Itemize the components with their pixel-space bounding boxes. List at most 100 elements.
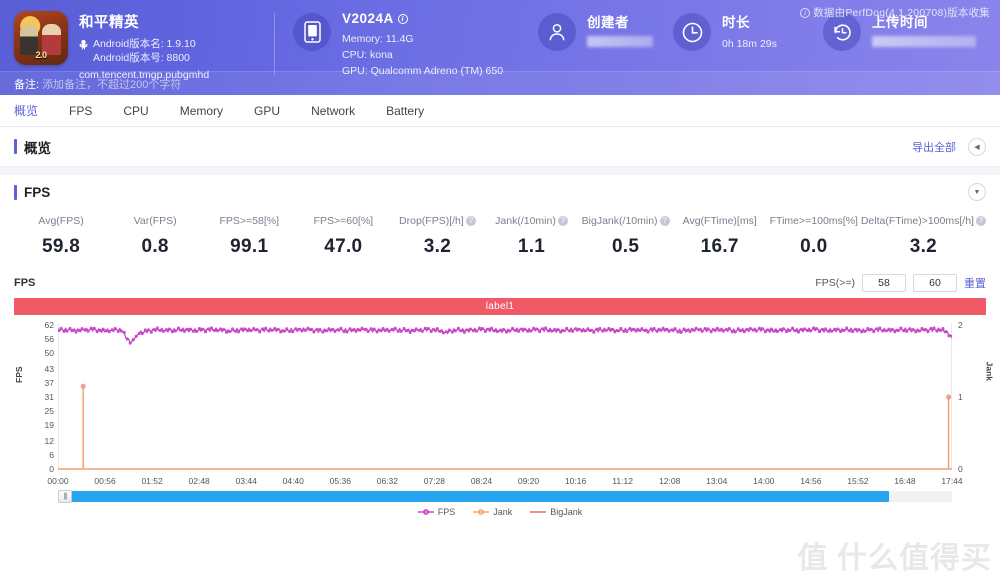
device-info-icon[interactable]: i	[397, 13, 408, 24]
x-tick-label: 10:16	[564, 476, 587, 486]
metric-drop-fps: Drop(FPS)[/h] ? 3.2	[390, 215, 484, 258]
y-axis-title: FPS	[14, 366, 24, 383]
legend-label: FPS	[437, 507, 456, 517]
x-tick-label: 13:04	[706, 476, 728, 486]
export-all-button[interactable]: 导出全部	[912, 139, 956, 155]
legend-label: BigJank	[550, 507, 583, 517]
chevron-left-icon[interactable]: ◀	[968, 137, 986, 156]
app-icon-label: 2.0	[35, 50, 47, 60]
metric-label: FPS>=60[%]	[313, 215, 374, 227]
x-tick-label: 09:20	[517, 476, 540, 486]
metric-value: 3.2	[423, 236, 452, 257]
page-header: i 数据由PerfDog(4.1.200708)版本收集 2.0 和平精英 An…	[0, 0, 1000, 95]
metric-var-fps: Var(FPS) 0.8	[108, 215, 202, 258]
legend-label: Jank	[493, 507, 513, 517]
x-tick-label: 04:40	[282, 476, 304, 486]
metric-ftime-gte-100ms: FTime>=100ms[%] 0.0	[767, 215, 861, 258]
x-tick-label: 14:56	[800, 476, 822, 486]
app-name: 和平精英	[79, 15, 139, 31]
legend-marker-bigjank	[530, 511, 547, 513]
chart-toolbar: FPS FPS(>=) 重置	[14, 274, 986, 292]
android-icon	[79, 39, 88, 50]
fps-card: FPS ▼ Avg(FPS) 59.8 Var(FPS) 0.8 FPS>=58…	[0, 175, 1000, 575]
metric-label: FTime>=100ms[%]	[769, 215, 858, 227]
y-tick-label: 56	[44, 333, 54, 344]
y-tick-label: 25	[44, 405, 54, 416]
x-tick-label: 03:44	[235, 476, 257, 486]
metric-fps-gte-58: FPS>=58[%] 99.1	[202, 215, 296, 258]
fps-threshold-input-2[interactable]	[913, 274, 957, 292]
device-model: V2024A	[342, 11, 394, 26]
fps-filter-label: FPS(>=)	[815, 277, 855, 289]
note-input-placeholder[interactable]: 添加备注，不超过200个字符	[42, 76, 181, 92]
x-tick-label: 00:00	[47, 476, 69, 486]
tab-fps[interactable]: FPS	[69, 95, 108, 127]
tab-overview[interactable]: 概览	[14, 95, 54, 127]
overview-section-bar: 概览 导出全部 ◀	[0, 127, 1000, 167]
metric-value: 59.8	[41, 236, 81, 257]
legend-item-fps[interactable]: FPS	[417, 507, 456, 517]
upload-time-value-masked	[872, 36, 976, 47]
y2-tick-label: 0	[958, 464, 963, 474]
x-tick-label: 15:52	[847, 476, 869, 486]
legend-item-bigjank[interactable]: BigJank	[530, 507, 582, 517]
tab-battery[interactable]: Battery	[386, 95, 440, 127]
help-icon[interactable]: ?	[465, 216, 476, 226]
metric-jank: Jank(/10min) ? 1.1	[484, 215, 578, 258]
metric-label: BigJank(/10min)	[581, 215, 658, 227]
metric-label: Var(FPS)	[133, 215, 177, 227]
scene-label-band[interactable]: label1	[14, 298, 986, 315]
y-tick-label: 12	[44, 436, 54, 447]
device-info-block: V2024A i Memory: 11.4G CPU: kona GPU: Qu…	[293, 11, 538, 78]
chart-legend: FPS Jank BigJank	[14, 505, 986, 519]
x-axis: 00:00 00:56 01:52 02:48 03:44 04:40 05:36 06:32…	[47, 474, 962, 488]
y-tick-label: 31	[44, 392, 54, 402]
plot-area[interactable]	[56, 323, 954, 473]
chart-horizontal-scrollbar[interactable]: |||	[58, 490, 952, 503]
fps-threshold-input-1[interactable]	[862, 274, 906, 292]
tab-cpu[interactable]: CPU	[123, 95, 164, 127]
creator-label: 创建者	[587, 15, 629, 30]
main-tabs[interactable]: 概览 FPS CPU Memory GPU Network Battery	[0, 95, 1000, 127]
metric-label: FPS>=58[%]	[219, 215, 279, 227]
tab-network[interactable]: Network	[311, 95, 371, 127]
y-tick-label: 19	[44, 419, 54, 430]
metric-value: 0.0	[800, 236, 828, 257]
section-gap	[0, 167, 1000, 175]
metric-value: 99.1	[230, 236, 269, 257]
y-tick-label: 0	[49, 464, 54, 474]
perfdog-collection-note: i 数据由PerfDog(4.1.200708)版本收集	[800, 5, 990, 20]
info-icon: i	[800, 7, 811, 18]
x-tick-label: 07:28	[423, 476, 446, 486]
metric-label: Delta(FTime)>100ms[/h]	[860, 215, 974, 227]
x-tick-label: 08:24	[470, 476, 493, 486]
fps-metrics-row: Avg(FPS) 59.8 Var(FPS) 0.8 FPS>=58[%] 99…	[14, 209, 986, 260]
x-tick-label: 02:48	[188, 476, 210, 486]
tab-gpu[interactable]: GPU	[254, 95, 296, 127]
help-icon[interactable]: ?	[557, 216, 568, 226]
creator-value-masked	[587, 36, 653, 47]
legend-marker-fps	[417, 509, 434, 515]
y2-axis-ticks: 0 1 2	[958, 320, 974, 474]
metric-bigjank: BigJank(/10min) ? 0.5	[579, 215, 673, 258]
fps-threshold-filter: FPS(>=) 重置	[815, 274, 986, 292]
legend-item-jank[interactable]: Jank	[473, 507, 512, 517]
scrollbar-grip-handle[interactable]: |||	[58, 490, 72, 503]
scene-label-text: label1	[485, 301, 515, 312]
scrollbar-thumb[interactable]	[58, 491, 890, 502]
page-title-text: 概览	[24, 140, 51, 156]
chevron-down-icon[interactable]: ▼	[968, 183, 986, 201]
note-bar[interactable]: 备注: 添加备注，不超过200个字符	[0, 71, 1000, 95]
perfdog-note-text: 数据由PerfDog(4.1.200708)版本收集	[813, 7, 990, 19]
metric-label: Avg(FTime)[ms]	[682, 215, 757, 227]
fps-card-header: FPS ▼	[14, 175, 986, 209]
help-icon[interactable]: ?	[975, 216, 986, 226]
tab-memory[interactable]: Memory	[180, 95, 239, 127]
reset-button[interactable]: 重置	[964, 275, 986, 291]
help-icon[interactable]: ?	[659, 216, 670, 226]
fps-chart[interactable]: FPS 0 6 12 19 25 31 37 43 50 56 62 012 Jank	[14, 320, 994, 474]
legend-marker-jank	[473, 509, 490, 515]
fps-card-title: FPS	[14, 185, 50, 200]
metric-value: 16.7	[700, 236, 739, 257]
metric-delta-ftime: Delta(FTime)>100ms[/h] ? 3.2	[861, 215, 986, 258]
